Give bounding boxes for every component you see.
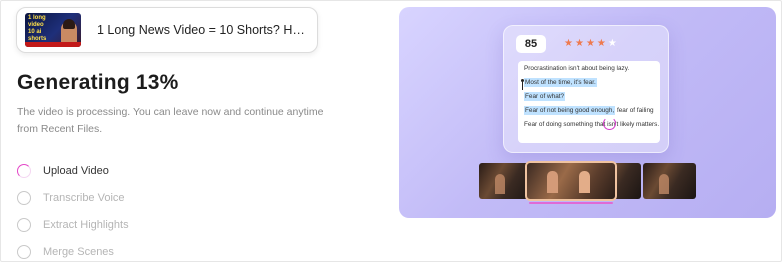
step-label: Upload Video [43,164,109,177]
star-empty-icon: ★ [607,38,617,49]
star-filled-icon: ★ [596,38,606,49]
highlighted-text: Fear of what? [524,92,566,101]
filmstrip-frame [643,163,696,199]
score-badge: 85 [516,35,546,53]
spinner-icon [17,163,31,178]
file-title: 1 Long News Video = 10 Shorts? How to Tu… [97,23,309,37]
video-thumbnail: 1 long video 10 ai shorts [25,13,81,47]
progress-description: The video is processing. You can leave n… [17,106,324,135]
thumbnail-banner [25,42,81,47]
selected-clip [525,161,617,201]
preview-illustration: 85 ★ ★ ★ ★ ★ Procrastination isn't about bei… [399,7,776,218]
file-card[interactable]: 1 long video 10 ai shorts 1 Long News Vi… [16,7,318,53]
step-extract-highlights: Extract Highlights [17,211,129,238]
step-label: Extract Highlights [43,218,129,231]
transcript-box: Procrastination isn't about being lazy. M… [518,61,660,143]
transcript-card: 85 ★ ★ ★ ★ ★ Procrastination isn't about bei… [503,25,669,153]
pointer-swirl-icon [603,117,616,130]
step-transcribe-voice: Transcribe Voice [17,184,129,211]
rating-stars: ★ ★ ★ ★ ★ [564,38,619,50]
highlighted-text: Most of the time, it's fear. [524,78,597,87]
star-filled-icon: ★ [564,38,573,49]
step-list: Upload Video Transcribe Voice Extract Hi… [17,157,129,262]
transcript-line: Fear of not being good enough, fear of f… [524,106,654,115]
transcript-line: Fear of what? [524,92,654,101]
step-label: Merge Scenes [43,245,114,258]
transcript-line: Procrastination isn't about being lazy. [524,65,630,72]
pending-circle-icon [17,244,31,259]
thumbnail-text: 1 long video 10 ai shorts [28,15,47,42]
step-merge-scenes: Merge Scenes [17,238,129,262]
step-label: Transcribe Voice [43,191,125,204]
transcript-line: Most of the time, it's fear. [524,78,654,87]
pending-circle-icon [17,190,31,205]
step-upload-video: Upload Video [17,157,129,184]
pending-circle-icon [17,217,31,232]
progress-heading: Generating 13% [17,71,179,94]
filmstrip-frame [479,163,532,199]
star-filled-icon: ★ [574,38,584,49]
selected-clip-indicator [529,202,613,204]
highlighted-text: Fear of not being good enough, [524,106,616,115]
star-filled-icon: ★ [585,38,595,49]
transcript-line: Fear of doing something that isn't likel… [524,121,660,128]
text-cursor-bar [522,82,523,90]
